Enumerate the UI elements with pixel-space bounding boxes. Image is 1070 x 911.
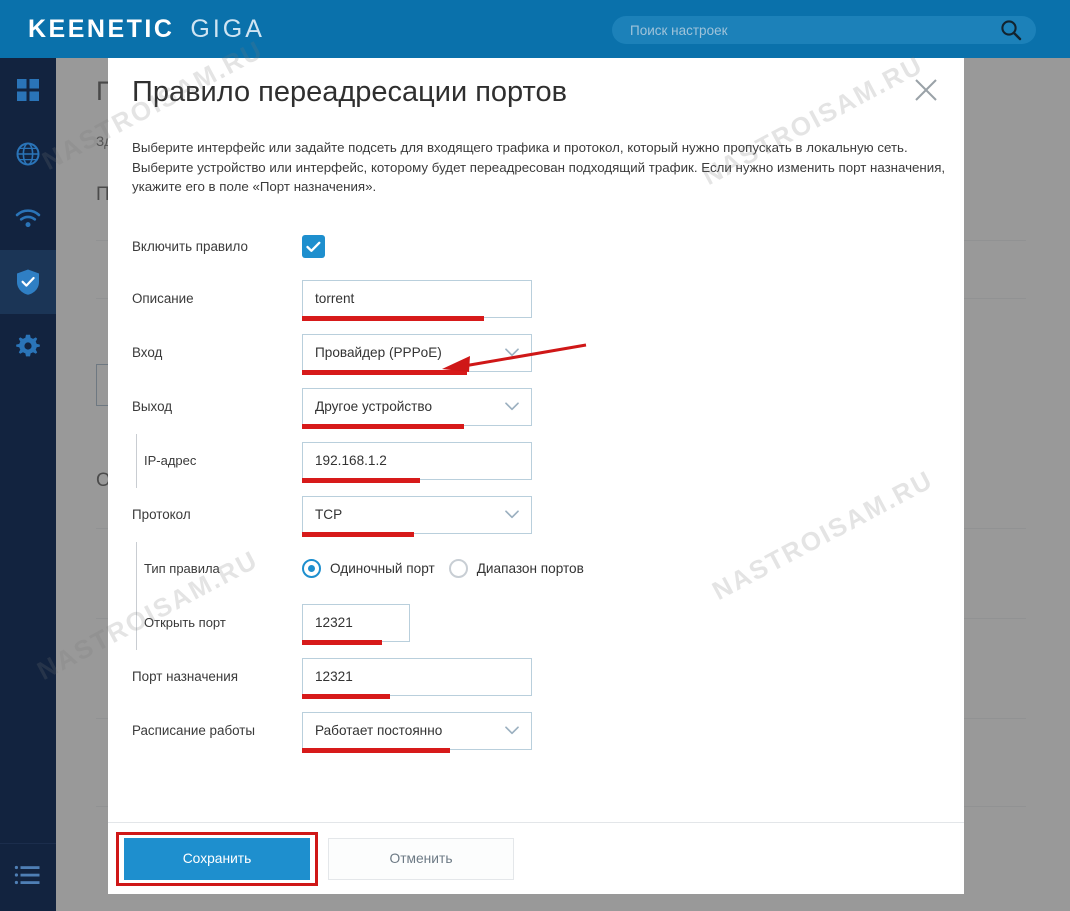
gear-icon [15,333,41,359]
annotation-underline [302,423,464,429]
form-row-rule-type: Тип правила Одиночный порт Диапазон порт… [132,541,940,596]
output-interface-select[interactable]: Другое устройство [302,387,532,426]
chevron-down-icon [495,726,519,735]
form-row-description: Описание torrent [132,272,940,326]
annotation-underline [302,477,420,483]
search-input[interactable] [612,22,1000,38]
rule-type-radio-group: Одиночный порт Диапазон портов [302,559,584,578]
output-interface-control[interactable]: Другое устройство [302,387,532,429]
sidebar-item-settings[interactable] [0,314,56,378]
sidebar-item-internet[interactable] [0,122,56,186]
annotation-underline [302,639,382,645]
label-protocol: Протокол [132,507,191,522]
sidebar-item-dashboard[interactable] [0,58,56,122]
label-dest-port: Порт назначения [132,669,239,684]
open-port-input[interactable]: 12321 [302,603,410,642]
close-icon[interactable] [910,74,942,106]
form-row-protocol: Протокол TCP [132,488,940,542]
chevron-down-icon [495,402,519,411]
label-input: Вход [132,345,163,360]
modal-footer: Сохранить Отменить [108,822,964,894]
radio-port-range-label: Диапазон портов [476,561,584,576]
label-output: Выход [132,399,173,414]
sidebar-item-wifi[interactable] [0,186,56,250]
top-header-bar: KEENETIC GIGA [0,0,1070,58]
chevron-down-icon [495,510,519,519]
dest-port-input[interactable]: 12321 [302,657,532,696]
description-control[interactable]: torrent [302,279,532,321]
form-row-enable: Включить правило [132,222,940,272]
sidebar-item-menu[interactable] [0,843,56,911]
brand-model: GIGA [190,14,265,43]
label-rule-type: Тип правила [144,561,220,576]
modal-description: Выберите интерфейс или задайте подсеть д… [132,140,946,194]
schedule-control[interactable]: Работает постоянно [302,711,532,753]
indent-rail [136,433,137,488]
shield-icon [15,268,41,296]
port-forwarding-form: Включить правило Описание torrent Вход П… [132,222,940,758]
annotation-underline [302,747,450,753]
left-sidebar [0,58,56,911]
modal-header: Правило переадресации портов [108,58,964,130]
annotation-arrow [442,343,587,372]
indent-rail [136,595,137,650]
port-forwarding-modal: Правило переадресации портов Выберите ин… [108,58,964,894]
app-root: Переадресация портов Здесь можно настрои… [0,0,1070,911]
label-schedule: Расписание работы [132,723,256,738]
form-row-schedule: Расписание работы Работает постоянно [132,704,940,758]
label-ip-address: IP-адрес [144,453,197,468]
globe-icon [15,141,41,167]
save-button[interactable]: Сохранить [124,837,310,880]
enable-rule-checkbox[interactable] [302,235,325,258]
protocol-control[interactable]: TCP [302,495,532,537]
annotation-underline [302,693,390,699]
schedule-value: Работает постоянно [315,723,443,738]
form-row-dest-port: Порт назначения 12321 [132,650,940,704]
form-row-output: Выход Другое устройство [132,380,940,434]
form-row-open-port: Открыть порт 12321 [132,595,940,650]
output-interface-value: Другое устройство [315,399,433,414]
search-icon[interactable] [1000,19,1022,41]
cancel-button[interactable]: Отменить [328,837,514,880]
radio-single-port-label: Одиночный порт [330,561,435,576]
list-icon [14,864,42,891]
dest-port-control[interactable]: 12321 [302,657,532,699]
annotation-underline [302,531,414,537]
sidebar-item-security[interactable] [0,250,56,314]
radio-port-range-dot[interactable] [448,559,468,578]
protocol-select[interactable]: TCP [302,495,532,534]
protocol-value: TCP [315,507,343,522]
ip-address-control[interactable]: 192.168.1.2 [302,441,532,483]
label-open-port: Открыть порт [144,615,226,630]
open-port-control[interactable]: 12321 [302,603,410,645]
ip-address-input[interactable]: 192.168.1.2 [302,441,532,480]
enable-rule-control[interactable] [302,235,325,258]
annotation-underline [302,315,484,321]
grid-icon [15,77,41,103]
modal-title: Правило переадресации портов [132,76,568,108]
brand-name: KEENETIC [28,14,175,43]
search-box[interactable] [612,16,1036,44]
label-enable-rule: Включить правило [132,239,248,254]
radio-port-range[interactable]: Диапазон портов [448,559,584,578]
modal-body: Выберите интерфейс или задайте подсеть д… [108,130,964,822]
indent-rail [136,541,137,596]
schedule-select[interactable]: Работает постоянно [302,711,532,750]
brand-logo: KEENETIC GIGA [28,15,265,44]
radio-single-port[interactable]: Одиночный порт [302,559,435,578]
input-interface-value: Провайдер (PPPoE) [315,345,442,360]
form-row-ip-address: IP-адрес 192.168.1.2 [132,433,940,488]
description-input[interactable]: torrent [302,279,532,318]
label-description: Описание [132,291,194,306]
radio-single-port-dot[interactable] [302,559,321,578]
wifi-icon [14,207,42,229]
